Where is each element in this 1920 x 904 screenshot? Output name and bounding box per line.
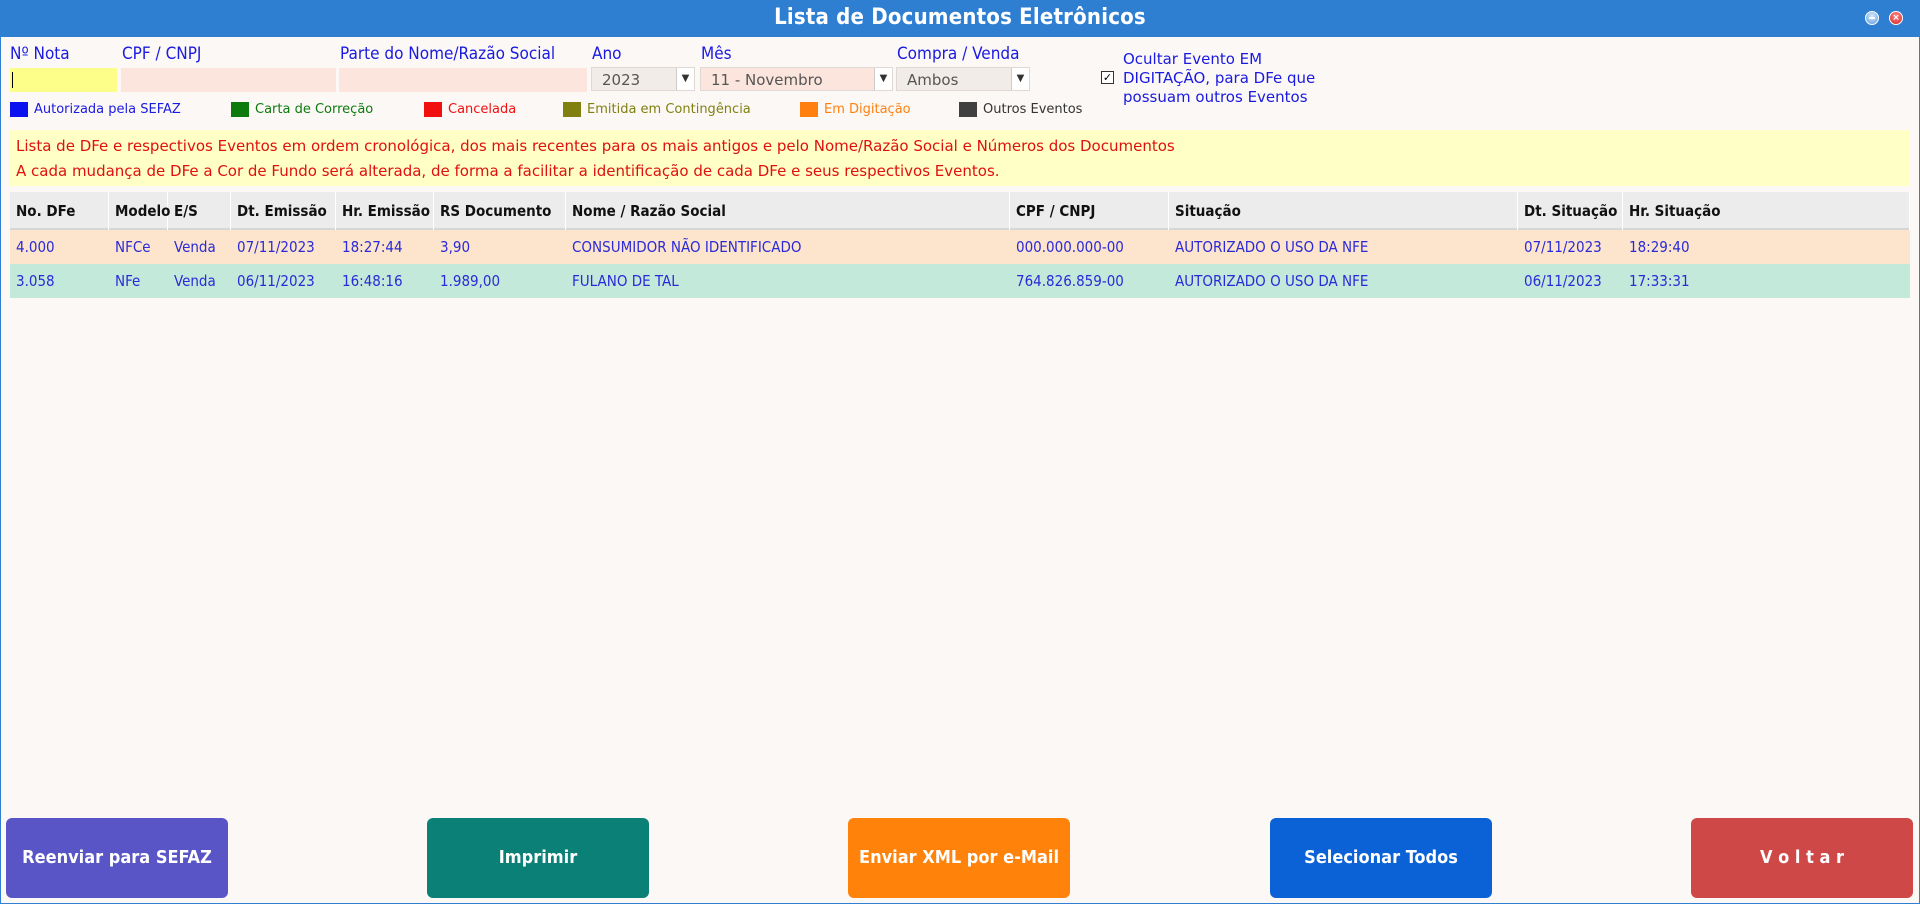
- table-cell: 06/11/2023: [237, 272, 315, 290]
- app-window: Lista de Documentos Eletrônicos × Nº Not…: [0, 0, 1920, 904]
- minimize-icon[interactable]: [1865, 11, 1879, 25]
- table-row[interactable]: 3.058 NFe Venda 06/11/2023 16:48:16 1.989,00 F…: [10, 264, 1910, 298]
- table-cell: 000.000.000-00: [1016, 238, 1124, 256]
- legend-swatch: [424, 102, 442, 117]
- enviar-xml-button[interactable]: Enviar XML por e-Mail: [848, 818, 1070, 898]
- legend-swatch: [563, 102, 581, 117]
- tipo-value: Ambos: [907, 71, 959, 89]
- mes-label: Mês: [701, 44, 732, 64]
- legend-swatch: [231, 102, 249, 117]
- title-bar: Lista de Documentos Eletrônicos ×: [1, 1, 1919, 37]
- table-cell: CONSUMIDOR NÃO IDENTIFICADO: [572, 238, 802, 256]
- info-notice: Lista de DFe e respectivos Eventos em or…: [10, 130, 1910, 186]
- legend-label: Autorizada pela SEFAZ: [34, 102, 181, 117]
- table-header: No. DFe Modelo E/S Dt. Emissão Hr. Emissão RS…: [10, 192, 1910, 230]
- table-cell: 3,90: [440, 238, 471, 256]
- mes-select[interactable]: 11 - Novembro ▼: [700, 67, 893, 91]
- table-cell: NFe: [115, 272, 141, 290]
- column-header[interactable]: Hr. Emissão: [336, 192, 434, 230]
- ocultar-checkbox[interactable]: ✓: [1101, 71, 1114, 84]
- table-cell: AUTORIZADO O USO DA NFE: [1175, 272, 1369, 290]
- window-title: Lista de Documentos Eletrônicos: [774, 5, 1146, 30]
- legend-label: Cancelada: [448, 102, 517, 117]
- table-cell: Venda: [174, 238, 216, 256]
- nota-label: Nº Nota: [10, 44, 70, 64]
- voltar-button[interactable]: V o l t a r: [1691, 818, 1913, 898]
- table-cell: 07/11/2023: [237, 238, 315, 256]
- table-cell: 764.826.859-00: [1016, 272, 1124, 290]
- table-cell: AUTORIZADO O USO DA NFE: [1175, 238, 1369, 256]
- legend-label: Emitida em Contingência: [587, 102, 751, 117]
- table-cell: FULANO DE TAL: [572, 272, 679, 290]
- table-cell: 07/11/2023: [1524, 238, 1602, 256]
- ano-select[interactable]: 2023 ▼: [591, 67, 695, 91]
- column-header[interactable]: Situação: [1169, 192, 1518, 230]
- notice-line-2: A cada mudança de DFe a Cor de Fundo ser…: [16, 162, 1000, 180]
- nome-label: Parte do Nome/Razão Social: [340, 44, 556, 64]
- selecionar-todos-button[interactable]: Selecionar Todos: [1270, 818, 1492, 898]
- nome-input[interactable]: [339, 68, 587, 92]
- column-header[interactable]: No. DFe: [10, 192, 109, 230]
- chevron-down-icon[interactable]: ▼: [874, 68, 892, 90]
- column-header[interactable]: Modelo: [109, 192, 170, 230]
- table-cell: 4.000: [16, 238, 55, 256]
- cpf-label: CPF / CNPJ: [122, 44, 202, 64]
- table-body: 4.000 NFCe Venda 07/11/2023 18:27:44 3,90 CONS…: [10, 230, 1910, 298]
- close-icon[interactable]: ×: [1889, 11, 1903, 25]
- legend-swatch: [959, 102, 977, 117]
- column-header[interactable]: Dt. Emissão: [231, 192, 336, 230]
- column-header[interactable]: Nome / Razão Social: [566, 192, 1010, 230]
- ano-label: Ano: [592, 44, 622, 64]
- legend-label: Em Digitação: [824, 102, 911, 117]
- table-row[interactable]: 4.000 NFCe Venda 07/11/2023 18:27:44 3,90 CONS…: [10, 230, 1910, 264]
- column-header[interactable]: CPF / CNPJ: [1010, 192, 1169, 230]
- tipo-select[interactable]: Ambos ▼: [896, 67, 1030, 91]
- column-header[interactable]: E/S: [168, 192, 231, 230]
- mes-value: 11 - Novembro: [711, 71, 823, 89]
- legend-swatch: [10, 102, 28, 117]
- chevron-down-icon[interactable]: ▼: [1011, 68, 1029, 90]
- text-caret: [12, 72, 13, 88]
- legend-label: Carta de Correção: [255, 102, 374, 117]
- table-cell: NFCe: [115, 238, 151, 256]
- table-cell: Venda: [174, 272, 216, 290]
- table-cell: 06/11/2023: [1524, 272, 1602, 290]
- ocultar-label: Ocultar Evento EM DIGITAÇÃO, para DFe qu…: [1123, 50, 1316, 106]
- chevron-down-icon[interactable]: ▼: [676, 68, 694, 90]
- table-cell: 18:29:40: [1629, 238, 1690, 256]
- column-header[interactable]: Dt. Situação: [1518, 192, 1623, 230]
- reenviar-sefaz-button[interactable]: Reenviar para SEFAZ: [6, 818, 228, 898]
- notice-line-1: Lista de DFe e respectivos Eventos em or…: [16, 137, 1175, 155]
- cpf-input[interactable]: [121, 68, 336, 92]
- tipo-label: Compra / Venda: [897, 44, 1020, 64]
- dfe-table: No. DFe Modelo E/S Dt. Emissão Hr. Emissão RS…: [10, 192, 1910, 298]
- table-cell: 16:48:16: [342, 272, 403, 290]
- nota-input[interactable]: [10, 68, 117, 92]
- table-cell: 18:27:44: [342, 238, 403, 256]
- ano-value: 2023: [602, 71, 641, 89]
- table-cell: 3.058: [16, 272, 55, 290]
- legend-swatch: [800, 102, 818, 117]
- column-header[interactable]: RS Documento: [434, 192, 566, 230]
- legend-label: Outros Eventos: [983, 102, 1083, 117]
- table-cell: 1.989,00: [440, 272, 501, 290]
- imprimir-button[interactable]: Imprimir: [427, 818, 649, 898]
- column-header[interactable]: Hr. Situação: [1623, 192, 1910, 230]
- table-cell: 17:33:31: [1629, 272, 1690, 290]
